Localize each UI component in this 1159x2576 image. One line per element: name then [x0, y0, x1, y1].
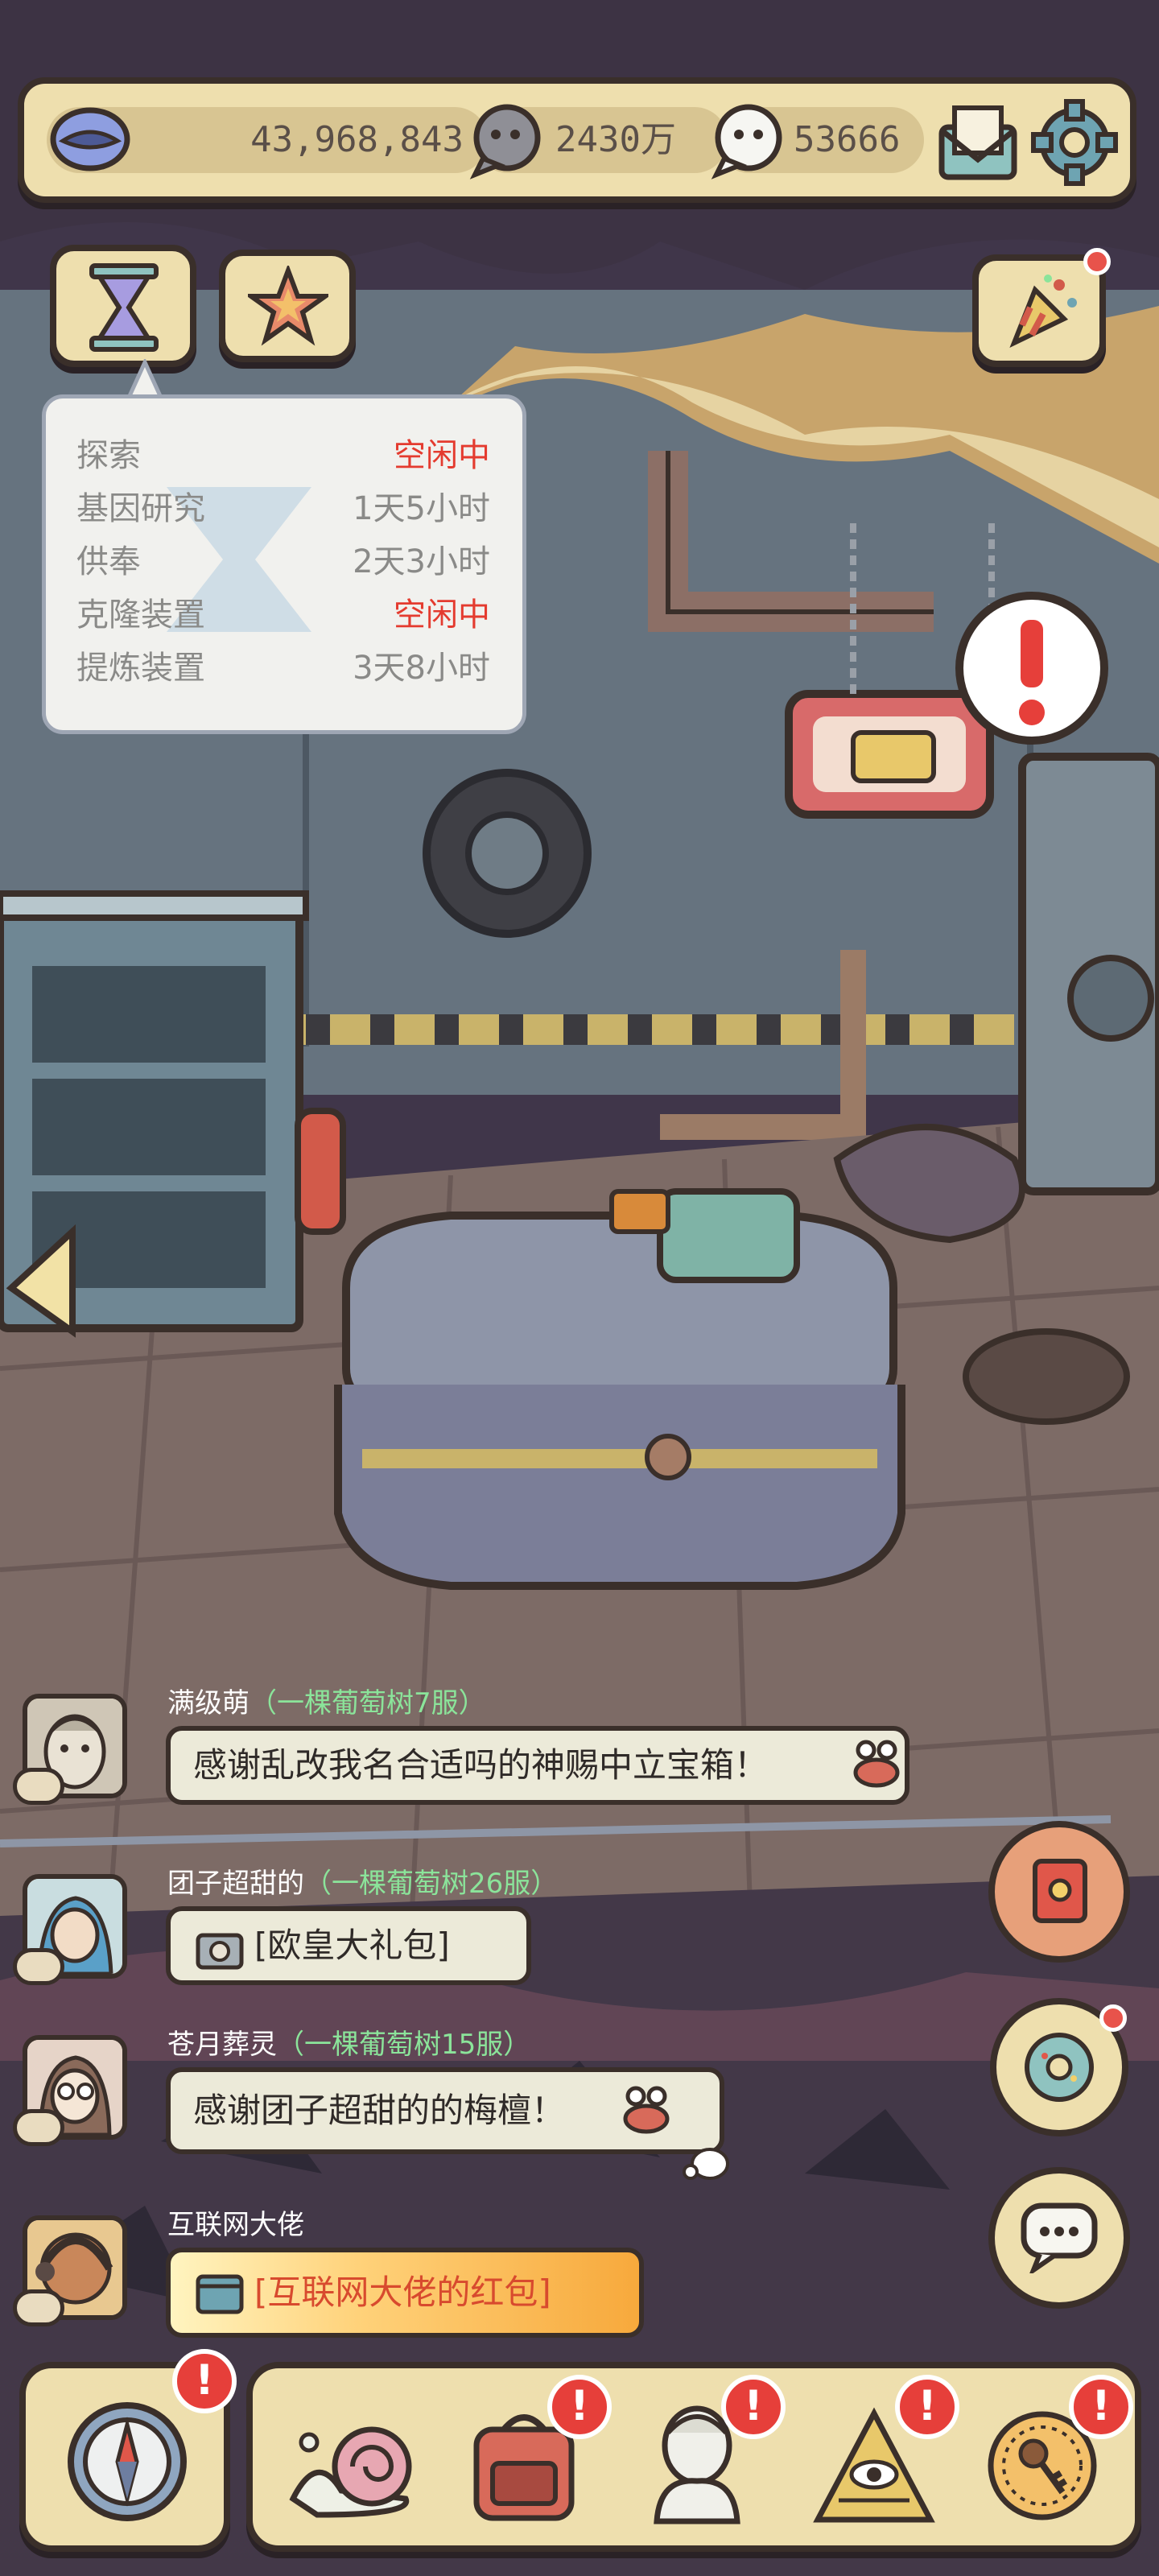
status-popup: 探索 空闲中 基因研究 1天5小时 供奉 2天3小时 克隆装置 空闲中 提炼装置…	[42, 394, 526, 734]
chat-message[interactable]: 感谢团子超甜的的梅檀！	[166, 2067, 724, 2154]
chat-message[interactable]: [欧皇大礼包]	[166, 1906, 531, 1985]
chat-feed: 满级萌（一棵葡萄树7服） 感谢乱改我名合适吗的神赐中立宝箱！ 团子超甜的（一棵葡…	[0, 1674, 1159, 2367]
alert-badge: !	[172, 2349, 237, 2413]
chat-message-text: 感谢团子超甜的的梅檀！	[193, 2091, 566, 2130]
event-badge	[1083, 248, 1111, 275]
eye-icon[interactable]	[13, 2289, 64, 2326]
status-label: 提炼装置	[76, 650, 205, 687]
status-value: 空闲中	[394, 437, 490, 474]
chat-message[interactable]: [互联网大佬的红包]	[166, 2248, 644, 2338]
status-row: 提炼装置 3天8小时	[76, 642, 490, 693]
gift-box-icon	[196, 1933, 244, 1970]
gear-icon[interactable]	[1030, 98, 1119, 187]
bottom-nav-bar: ! ! ! !	[246, 2362, 1141, 2552]
status-label: 克隆装置	[76, 597, 205, 634]
mail-icon[interactable]	[934, 98, 1022, 187]
status-row: 供奉 2天3小时	[76, 535, 490, 587]
chat-username: 互联网大佬	[167, 2209, 304, 2241]
chat-message-text: [欧皇大礼包]	[254, 1926, 450, 1965]
chat-username: 满级萌（一棵葡萄树7服）	[167, 1687, 486, 1719]
star-button[interactable]	[219, 250, 356, 362]
compass-icon	[68, 2402, 187, 2521]
nav-backpack[interactable]: !	[443, 2375, 612, 2539]
crab-emoji-icon	[853, 1740, 900, 1788]
gray-bubble-counter[interactable]: 2430万	[469, 104, 728, 180]
gold-value: 43,968,843	[250, 119, 464, 160]
chat-username: 苍月葬灵（一棵葡萄树15服）	[167, 2029, 531, 2061]
status-label: 供奉	[76, 543, 141, 580]
hourglass-button[interactable]	[50, 245, 196, 367]
hourglass-icon	[89, 263, 159, 352]
eye-icon[interactable]	[13, 2109, 64, 2146]
gray-speech-icon	[469, 104, 541, 180]
status-value: 空闲中	[394, 597, 490, 634]
event-button[interactable]	[972, 248, 1111, 367]
lips-icon	[50, 107, 130, 171]
gray-bubble-value: 2430万	[555, 119, 676, 160]
chat-username: 团子超甜的（一棵葡萄树26服）	[167, 1868, 559, 1900]
white-bubble-counter[interactable]: 53666	[711, 104, 924, 180]
chat-icon	[1021, 2202, 1098, 2273]
alert-badge: !	[895, 2375, 959, 2439]
donut-badge	[1099, 2004, 1127, 2032]
eye-icon[interactable]	[13, 1768, 64, 1805]
chat-button[interactable]	[988, 2167, 1130, 2309]
star-icon	[248, 266, 328, 346]
red-envelope-icon	[1033, 1859, 1087, 1923]
status-value: 2天3小时	[353, 543, 490, 580]
chat-message-text: 感谢乱改我名合适吗的神赐中立宝箱！	[193, 1745, 769, 1785]
status-label: 基因研究	[76, 490, 205, 527]
mini-ghost-icon	[683, 2148, 729, 2180]
alert-badge: !	[547, 2375, 612, 2439]
status-value: 3天8小时	[353, 650, 490, 687]
status-row: 基因研究 1天5小时	[76, 482, 490, 534]
white-ghost-icon	[711, 104, 782, 180]
nav-compass[interactable]: !	[19, 2349, 237, 2552]
donut-button[interactable]	[990, 1998, 1128, 2136]
crab-emoji-icon	[623, 2086, 670, 2134]
alert-badge: !	[1069, 2375, 1133, 2439]
snail-icon	[289, 2426, 412, 2518]
chat-message[interactable]: 感谢乱改我名合适吗的神赐中立宝箱！	[166, 1726, 909, 1805]
alert-badge: !	[721, 2375, 786, 2439]
gold-counter[interactable]: 43,968,843	[47, 107, 488, 173]
chat-message-text: [互联网大佬的红包]	[254, 2273, 551, 2312]
party-popper-icon	[1009, 275, 1077, 349]
status-value: 1天5小时	[353, 490, 490, 527]
donut-icon	[1025, 2033, 1094, 2102]
resource-bar: 43,968,843 2430万 53666	[18, 77, 1136, 203]
eye-icon[interactable]	[13, 1948, 64, 1985]
status-row: 克隆装置 空闲中	[76, 588, 490, 640]
red-packet-icon	[196, 2274, 244, 2314]
status-row: 探索 空闲中	[76, 429, 490, 481]
red-envelope-button[interactable]	[988, 1821, 1130, 1963]
white-bubble-value: 53666	[794, 119, 901, 160]
nav-statue[interactable]: !	[617, 2375, 786, 2539]
status-label: 探索	[76, 437, 141, 474]
nav-snail[interactable]	[269, 2378, 430, 2539]
nav-pyramid[interactable]: !	[790, 2375, 959, 2539]
popup-pointer	[126, 359, 164, 399]
nav-key-coin[interactable]: !	[964, 2375, 1133, 2539]
